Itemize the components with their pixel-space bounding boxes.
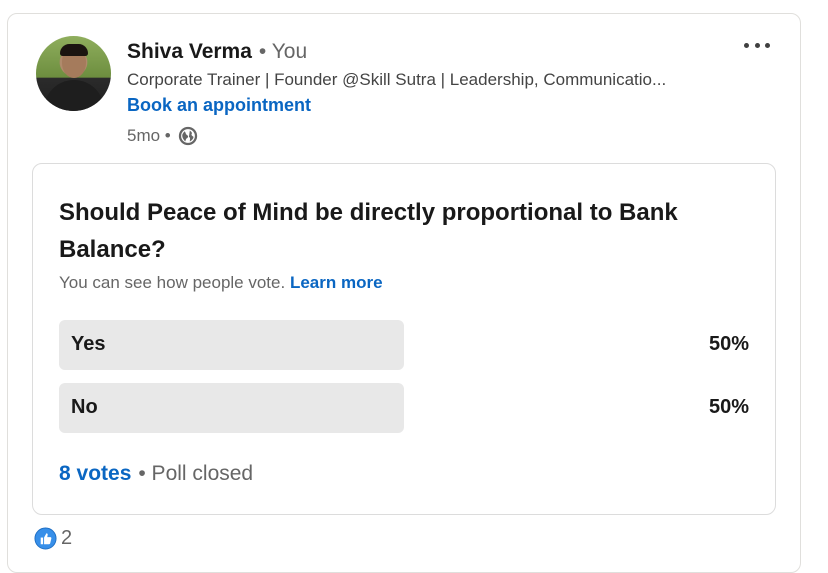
learn-more-link[interactable]: Learn more: [290, 273, 383, 292]
poll-visibility-note: You can see how people vote. Learn more: [59, 273, 383, 293]
poll-option-percent: 50%: [708, 396, 749, 418]
post-age: 5mo •: [127, 126, 171, 145]
reactions-summary[interactable]: 2: [34, 527, 72, 550]
poll-footer: 8 votes • Poll closed: [59, 462, 260, 486]
poll-status: • Poll closed: [138, 462, 254, 485]
author-name[interactable]: Shiva Verma: [127, 40, 252, 64]
avatar-body: [44, 80, 104, 111]
author-row: Shiva Verma • You: [127, 40, 307, 68]
more-dot-icon: [754, 42, 760, 48]
poll-visibility-text: You can see how people vote.: [59, 273, 286, 292]
author-relation: • You: [258, 40, 308, 63]
poll-votes-link[interactable]: 8 votes: [59, 462, 131, 486]
book-appointment-link[interactable]: Book an appointment: [127, 95, 311, 116]
avatar-hair: [60, 44, 88, 56]
more-dot-icon: [744, 42, 749, 48]
poll-option-label: Yes: [71, 333, 106, 355]
poll-option-bar: [59, 320, 404, 370]
post-meta: 5mo •: [127, 124, 199, 148]
author-headline: Corporate Trainer | Founder @Skill Sutra…: [127, 70, 667, 89]
poll-card: Should Peace of Mind be directly proport…: [32, 163, 776, 515]
like-icon: [34, 527, 57, 550]
poll-option-no[interactable]: No 50%: [59, 383, 749, 433]
globe-icon: [178, 126, 197, 146]
poll-option-yes[interactable]: Yes 50%: [59, 320, 749, 370]
avatar[interactable]: [36, 36, 111, 111]
more-dot-icon: [765, 42, 770, 48]
poll-question: Should Peace of Mind be directly proport…: [59, 199, 678, 263]
poll-option-percent: 50%: [708, 333, 749, 355]
reaction-count: 2: [61, 527, 73, 549]
more-options-button[interactable]: [744, 34, 770, 56]
poll-option-bar: [59, 383, 404, 433]
poll-option-label: No: [71, 396, 98, 418]
